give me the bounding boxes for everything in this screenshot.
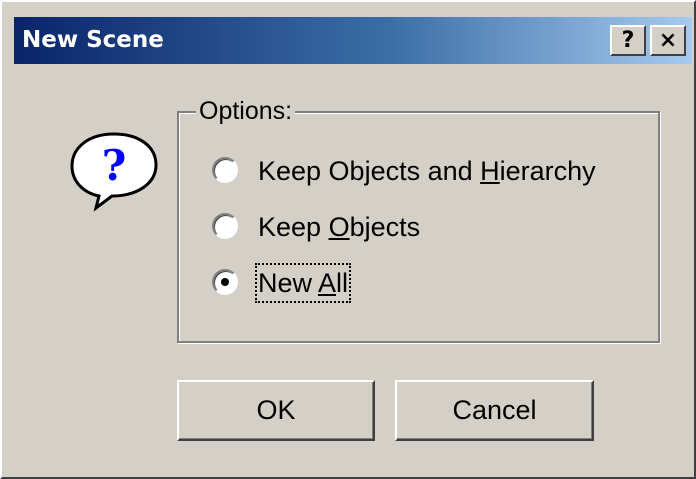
radio-button[interactable] [212,213,238,239]
radio-button[interactable] [212,157,238,183]
radio-label[interactable]: Keep Objects [258,210,420,244]
radio-label[interactable]: New All [254,263,352,303]
options-group-label: Options: [196,96,296,126]
ok-button[interactable]: OK [177,380,375,441]
close-icon: × [658,28,678,53]
help-button[interactable]: ? [610,25,646,56]
radio-label[interactable]: Keep Objects and Hierarchy [258,154,596,188]
title-bar[interactable]: New Scene ? × [14,17,692,64]
question-balloon-icon: ? [70,132,158,212]
svg-text:?: ? [102,141,127,190]
radio-button-selected[interactable] [212,269,238,295]
close-button[interactable]: × [650,25,686,56]
new-scene-dialog: New Scene ? × ? Options: Keep Objects an… [0,0,696,479]
cancel-button[interactable]: Cancel [395,380,594,441]
question-mark-icon: ? [621,28,635,53]
window-title: New Scene [22,27,164,53]
